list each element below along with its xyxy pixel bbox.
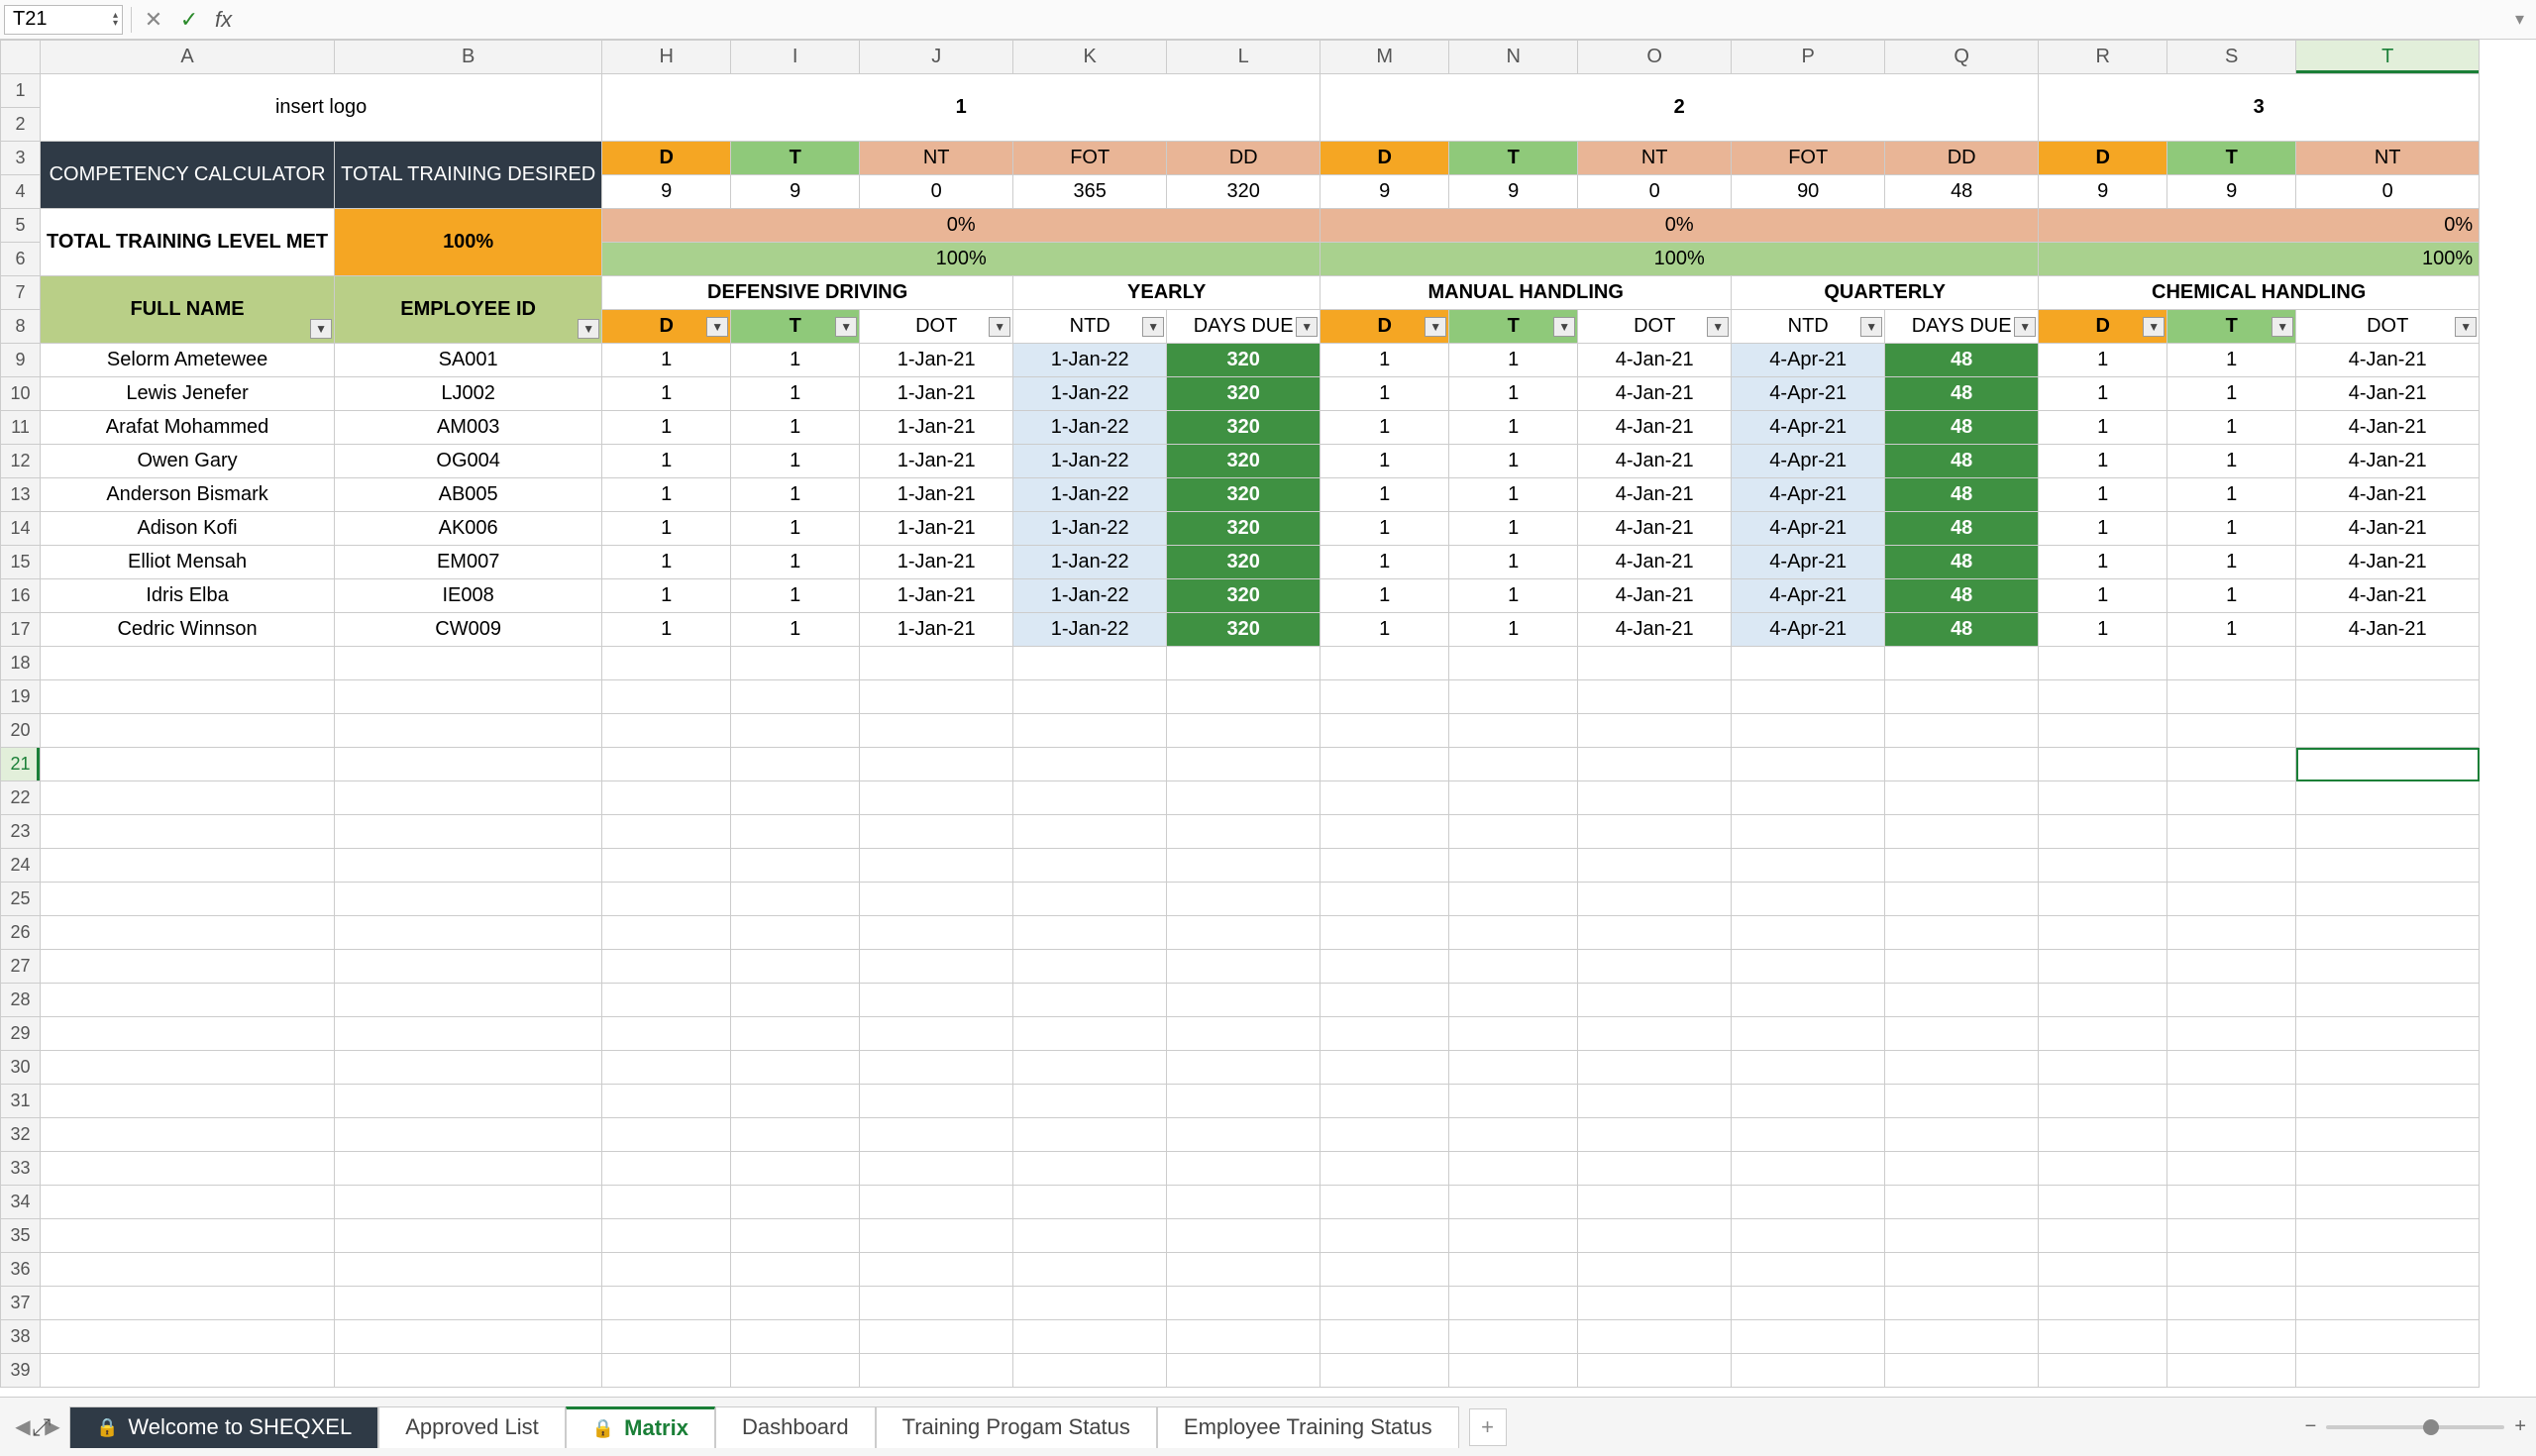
active-cell	[2296, 748, 2480, 781]
add-sheet-button[interactable]: +	[1469, 1408, 1507, 1446]
column-header[interactable]: R	[2039, 41, 2167, 74]
logo-cell: insert logo	[41, 74, 602, 142]
column-header[interactable]: N	[1449, 41, 1578, 74]
filter-button[interactable]: ▼	[2143, 317, 2165, 337]
sheet-tab[interactable]: 🔒 Matrix	[566, 1406, 715, 1448]
zoom-out-icon[interactable]: −	[2305, 1415, 2317, 1438]
sheet-tab-label: Welcome to SHEQXEL	[128, 1414, 352, 1440]
filter-button[interactable]: ▼	[989, 317, 1010, 337]
column-header[interactable]: O	[1578, 41, 1732, 74]
name-box-spinner[interactable]: ▴▾	[113, 12, 118, 28]
filter-button[interactable]: ▼	[1553, 317, 1575, 337]
sheet-tab[interactable]: 🔒 Welcome to SHEQXEL	[69, 1406, 378, 1448]
column-header[interactable]: B	[335, 41, 602, 74]
sheet-tab-label: Employee Training Status	[1184, 1414, 1432, 1440]
cancel-icon[interactable]: ✕	[140, 6, 167, 34]
column-header[interactable]: H	[602, 41, 731, 74]
filter-button[interactable]: ▼	[1142, 317, 1164, 337]
filter-button[interactable]: ▼	[310, 319, 332, 339]
name-box-value: T21	[13, 8, 47, 31]
sheet-tab-label: Approved List	[405, 1414, 539, 1440]
fx-label: fx	[215, 7, 232, 33]
column-header[interactable]: S	[2167, 41, 2296, 74]
page-layout-icon[interactable]: ⤢	[32, 1414, 51, 1442]
name-box[interactable]: T21 ▴▾	[4, 5, 123, 35]
filter-button[interactable]: ▼	[1860, 317, 1882, 337]
column-header[interactable]: I	[731, 41, 860, 74]
sheet-tab-label: Matrix	[624, 1415, 688, 1441]
filter-button[interactable]: ▼	[835, 317, 857, 337]
zoom-slider[interactable]	[2326, 1425, 2504, 1429]
sheet-tab[interactable]: Dashboard	[715, 1406, 876, 1448]
formula-bar: T21 ▴▾ ✕ ✓ fx ▾	[0, 0, 2536, 40]
formula-input[interactable]	[240, 5, 2507, 35]
zoom-in-icon[interactable]: +	[2514, 1415, 2526, 1438]
sheet-tab-bar: ◀ ▶ 🔒Welcome to SHEQXELApproved List🔒Mat…	[0, 1397, 2536, 1456]
spreadsheet-grid[interactable]: ABHIJKLMNOPQRST1insert logo12323COMPETEN…	[0, 40, 2536, 1397]
column-header[interactable]: A	[41, 41, 335, 74]
sheet-tab[interactable]: Employee Training Status	[1157, 1406, 1459, 1448]
column-header[interactable]: L	[1167, 41, 1321, 74]
filter-button[interactable]: ▼	[1707, 317, 1729, 337]
sheet-tab[interactable]: Training Progam Status	[876, 1406, 1157, 1448]
zoom-control[interactable]: − +	[2305, 1415, 2526, 1438]
filter-button[interactable]: ▼	[706, 317, 728, 337]
sheet-tab-label: Training Progam Status	[902, 1414, 1130, 1440]
filter-button[interactable]: ▼	[2014, 317, 2036, 337]
column-header[interactable]: P	[1732, 41, 1885, 74]
sheet-tab[interactable]: Approved List	[378, 1406, 566, 1448]
filter-button[interactable]: ▼	[2455, 317, 2477, 337]
column-header[interactable]: Q	[1885, 41, 2039, 74]
sheet-tab-label: Dashboard	[742, 1414, 849, 1440]
filter-button[interactable]: ▼	[1425, 317, 1446, 337]
column-header[interactable]: T	[2296, 41, 2480, 74]
lock-icon: 🔒	[96, 1417, 118, 1438]
confirm-icon[interactable]: ✓	[175, 6, 203, 34]
formula-bar-expand-icon[interactable]: ▾	[2515, 9, 2524, 30]
lock-icon: 🔒	[592, 1418, 614, 1439]
column-header[interactable]: M	[1321, 41, 1449, 74]
column-header[interactable]: K	[1013, 41, 1167, 74]
filter-button[interactable]: ▼	[2272, 317, 2293, 337]
filter-button[interactable]: ▼	[1296, 317, 1318, 337]
filter-button[interactable]: ▼	[578, 319, 599, 339]
column-header[interactable]: J	[860, 41, 1013, 74]
